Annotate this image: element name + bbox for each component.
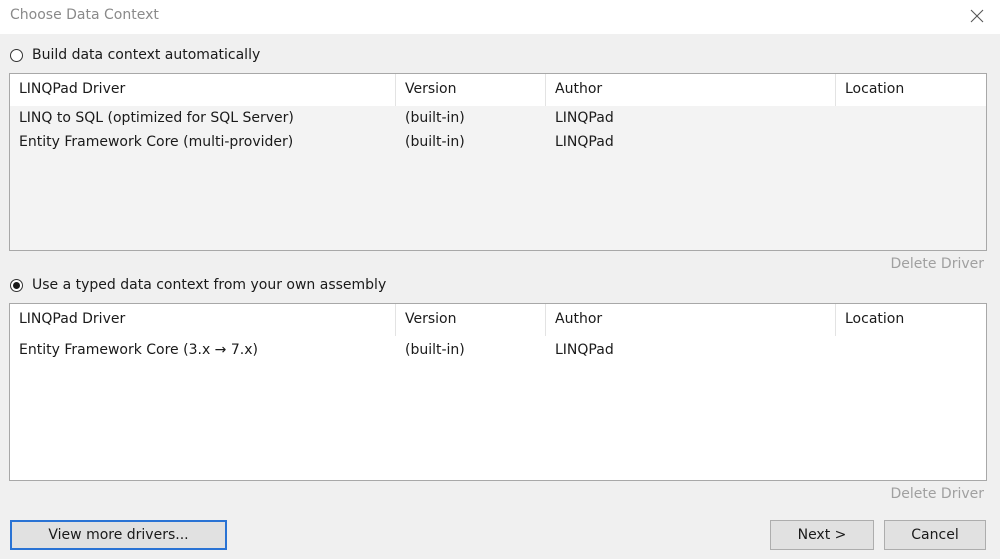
table-row[interactable]: LINQ to SQL (optimized for SQL Server) (… <box>10 106 986 130</box>
radio-selected-dot <box>13 281 20 289</box>
cell-author: LINQPad <box>555 110 614 126</box>
list-rows: LINQ to SQL (optimized for SQL Server) (… <box>10 106 986 250</box>
window-title: Choose Data Context <box>10 7 159 23</box>
column-header-author[interactable]: Author <box>546 74 836 106</box>
column-header-version[interactable]: Version <box>396 304 546 336</box>
column-header-author[interactable]: Author <box>546 304 836 336</box>
list-rows: Entity Framework Core (3.x → 7.x) (built… <box>10 336 986 360</box>
column-header-location[interactable]: Location <box>836 304 986 336</box>
radio-label: Use a typed data context from your own a… <box>32 277 387 293</box>
column-header-version[interactable]: Version <box>396 74 546 106</box>
delete-driver-link-automatic[interactable]: Delete Driver <box>890 256 984 272</box>
cell-author: LINQPad <box>555 342 614 358</box>
cell-version: (built-in) <box>405 134 465 150</box>
radio-typed-assembly[interactable]: Use a typed data context from your own a… <box>10 277 386 293</box>
radio-button[interactable] <box>10 48 23 62</box>
cancel-button[interactable]: Cancel <box>884 520 986 550</box>
radio-button[interactable] <box>10 278 23 292</box>
driver-list-automatic[interactable]: LINQPad Driver Version Author Location L… <box>9 73 987 251</box>
cell-driver: Entity Framework Core (3.x → 7.x) <box>19 342 258 358</box>
table-row[interactable]: Entity Framework Core (multi-provider) (… <box>10 130 986 154</box>
column-header-driver[interactable]: LINQPad Driver <box>10 304 396 336</box>
column-header-driver[interactable]: LINQPad Driver <box>10 74 396 106</box>
cell-version: (built-in) <box>405 110 465 126</box>
radio-build-automatically[interactable]: Build data context automatically <box>10 47 260 63</box>
title-bar: Choose Data Context <box>0 0 1000 34</box>
radio-label: Build data context automatically <box>32 47 261 63</box>
cell-version: (built-in) <box>405 342 465 358</box>
driver-list-typed[interactable]: LINQPad Driver Version Author Location E… <box>9 303 987 481</box>
delete-driver-link-typed[interactable]: Delete Driver <box>890 486 984 502</box>
cell-driver: Entity Framework Core (multi-provider) <box>19 134 294 150</box>
list-header: LINQPad Driver Version Author Location <box>10 304 986 336</box>
close-button[interactable] <box>964 4 990 28</box>
list-header: LINQPad Driver Version Author Location <box>10 74 986 106</box>
next-button[interactable]: Next > <box>770 520 874 550</box>
cell-author: LINQPad <box>555 134 614 150</box>
column-header-location[interactable]: Location <box>836 74 986 106</box>
table-row[interactable]: Entity Framework Core (3.x → 7.x) (built… <box>10 338 986 362</box>
view-more-drivers-button[interactable]: View more drivers... <box>10 520 227 550</box>
close-icon <box>970 9 984 23</box>
cell-driver: LINQ to SQL (optimized for SQL Server) <box>19 110 294 126</box>
